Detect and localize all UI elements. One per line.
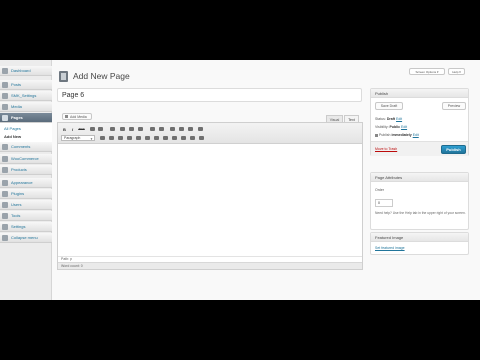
- redo-icon[interactable]: [190, 136, 195, 140]
- fullscreen-icon[interactable]: [188, 127, 193, 131]
- pages-icon: [59, 71, 68, 82]
- sidebar-item-comments[interactable]: Comments: [0, 142, 52, 152]
- paste-text-icon[interactable]: [127, 136, 132, 140]
- tools-icon: [2, 212, 8, 219]
- visibility-row: Visibility: Public Edit: [375, 125, 408, 129]
- visibility-value: Public: [389, 125, 401, 129]
- attributes-help-text: Need help? Use the Help tab in the upper…: [375, 211, 466, 215]
- posts-icon: [2, 81, 8, 88]
- screen-options-button[interactable]: Screen Options ▾: [409, 68, 445, 75]
- sidebar-item-media[interactable]: Media: [0, 102, 52, 112]
- unlink-icon[interactable]: [159, 127, 164, 131]
- media-icon: [65, 115, 68, 118]
- page-title: Add New Page: [73, 71, 130, 81]
- outdent-icon[interactable]: [163, 136, 168, 140]
- preview-button[interactable]: Preview: [442, 102, 466, 110]
- order-input[interactable]: [375, 199, 393, 207]
- settings-icon: [2, 92, 8, 99]
- featured-image-box: Featured Image Set featured image: [370, 232, 469, 255]
- help-button[interactable]: Help ▾: [448, 68, 465, 75]
- submenu-add-new[interactable]: Add New: [4, 134, 21, 139]
- blockquote-icon[interactable]: [110, 127, 115, 131]
- submenu-all-pages[interactable]: All Pages: [4, 126, 21, 131]
- calendar-icon: [375, 133, 378, 137]
- clear-formatting-icon[interactable]: [145, 136, 150, 140]
- edit-publish-time-link[interactable]: Edit: [413, 133, 419, 137]
- format-select[interactable]: Paragraph ▼: [61, 135, 95, 141]
- page-attributes-title[interactable]: Page Attributes: [371, 173, 468, 182]
- sidebar-item-tools[interactable]: Tools: [0, 211, 52, 221]
- link-icon[interactable]: [150, 127, 155, 131]
- word-count: Word count: 0: [58, 262, 362, 269]
- undo-icon[interactable]: [181, 136, 186, 140]
- status-value: Draft: [386, 117, 396, 121]
- toolbar-toggle-icon[interactable]: [198, 127, 203, 131]
- media-icon: [2, 103, 8, 110]
- collapse-icon: [2, 234, 8, 241]
- sidebar-item-users[interactable]: Users: [0, 200, 52, 210]
- sidebar-item-appearance[interactable]: Appearance: [0, 178, 52, 188]
- publish-time-row: Publish immediately Edit: [375, 133, 419, 137]
- strikethrough-button[interactable]: ABC: [78, 126, 85, 132]
- comments-icon: [2, 143, 8, 150]
- pages-submenu: All Pages Add New: [0, 123, 52, 144]
- products-icon: [2, 166, 8, 173]
- plugins-icon: [2, 190, 8, 197]
- more-tag-icon[interactable]: [170, 127, 175, 131]
- sidebar-item-dashboard[interactable]: Dashboard: [0, 66, 52, 76]
- paste-word-icon[interactable]: [136, 136, 141, 140]
- bullet-list-icon[interactable]: [90, 127, 95, 131]
- align-right-icon[interactable]: [138, 127, 143, 131]
- dashboard-icon: [2, 67, 8, 74]
- help-icon[interactable]: [199, 136, 204, 140]
- status-row: Status: Draft Edit: [375, 117, 403, 121]
- italic-button[interactable]: I: [69, 126, 76, 132]
- set-featured-image-link[interactable]: Set featured image: [375, 246, 405, 250]
- sidebar-item-woocommerce[interactable]: WooCommerce: [0, 154, 52, 164]
- publish-button[interactable]: Publish: [441, 145, 466, 154]
- editor-content-area[interactable]: [58, 144, 362, 256]
- justify-icon[interactable]: [109, 136, 114, 140]
- admin-sidebar: Dashboard Posts SMK_Settings Media Pages…: [0, 60, 52, 300]
- featured-image-title[interactable]: Featured Image: [371, 233, 468, 242]
- spellcheck-icon[interactable]: [179, 127, 184, 131]
- users-icon: [2, 201, 8, 208]
- save-draft-button[interactable]: Save Draft: [375, 102, 403, 110]
- chevron-down-icon: ▼: [90, 137, 93, 141]
- indent-icon[interactable]: [172, 136, 177, 140]
- sidebar-item-smk-settings[interactable]: SMK_Settings: [0, 91, 52, 101]
- sidebar-item-plugins[interactable]: Plugins: [0, 189, 52, 199]
- pages-icon: [2, 114, 8, 121]
- move-to-trash-link[interactable]: Move to Trash: [375, 147, 397, 151]
- title-input[interactable]: [57, 88, 362, 102]
- sidebar-item-products[interactable]: Products: [0, 165, 52, 175]
- wp-admin-screen: Dashboard Posts SMK_Settings Media Pages…: [0, 60, 480, 300]
- sidebar-item-settings[interactable]: Settings: [0, 222, 52, 232]
- text-color-icon[interactable]: [118, 136, 123, 140]
- add-media-button[interactable]: Add Media: [62, 113, 92, 120]
- bold-button[interactable]: B: [61, 126, 68, 132]
- publish-actions: Move to Trash Publish: [371, 141, 468, 156]
- appearance-icon: [2, 179, 8, 186]
- order-label: Order: [375, 188, 384, 192]
- publish-box: Publish Save Draft Preview Status: Draft…: [370, 88, 469, 156]
- editor-toolbar: B I ABC Paragraph ▼: [58, 123, 362, 144]
- publish-box-title[interactable]: Publish: [371, 89, 468, 98]
- numbered-list-icon[interactable]: [98, 127, 103, 131]
- sidebar-item-pages[interactable]: Pages: [0, 113, 52, 123]
- publish-time-value: immediately: [391, 133, 412, 137]
- sidebar-item-posts[interactable]: Posts: [0, 80, 52, 90]
- align-left-icon[interactable]: [120, 127, 125, 131]
- underline-icon[interactable]: [100, 136, 105, 140]
- settings-icon: [2, 223, 8, 230]
- align-center-icon[interactable]: [129, 127, 134, 131]
- edit-visibility-link[interactable]: Edit: [401, 125, 407, 129]
- woocommerce-icon: [2, 155, 8, 162]
- sidebar-collapse-menu[interactable]: Collapse menu: [0, 233, 52, 243]
- content-editor: B I ABC Paragraph ▼ Path: p Word count: …: [57, 122, 363, 270]
- page-attributes-box: Page Attributes Order Need help? Use the…: [370, 172, 469, 230]
- special-character-icon[interactable]: [154, 136, 159, 140]
- edit-status-link[interactable]: Edit: [396, 117, 402, 121]
